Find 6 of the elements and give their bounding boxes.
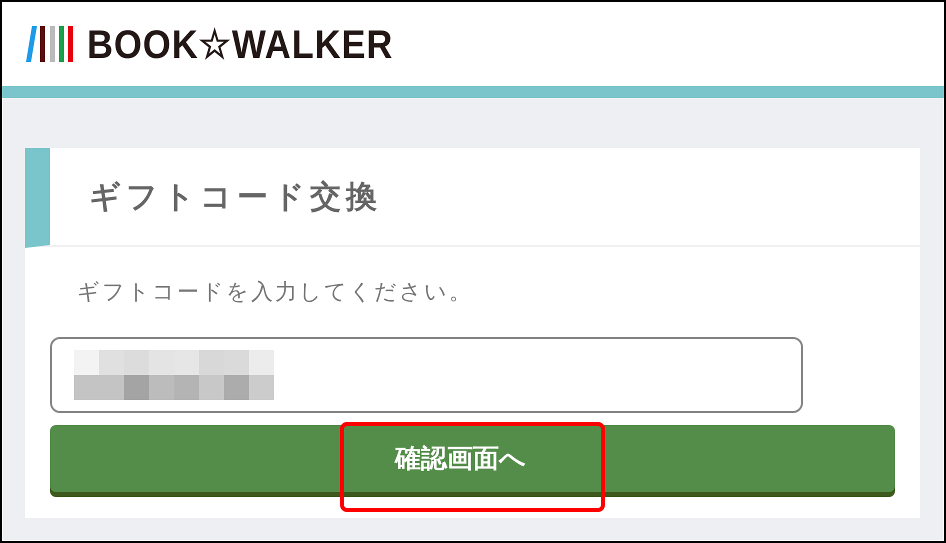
logo-stripe-icon: [68, 26, 73, 62]
confirm-button[interactable]: 確認画面へ: [50, 425, 895, 492]
page-title: ギフトコード交換: [89, 178, 382, 216]
gift-code-field[interactable]: [50, 337, 803, 413]
logo[interactable]: BOOK☆WALKER: [87, 20, 394, 68]
instruction-text: ギフトコードを入力してください。: [77, 280, 473, 305]
